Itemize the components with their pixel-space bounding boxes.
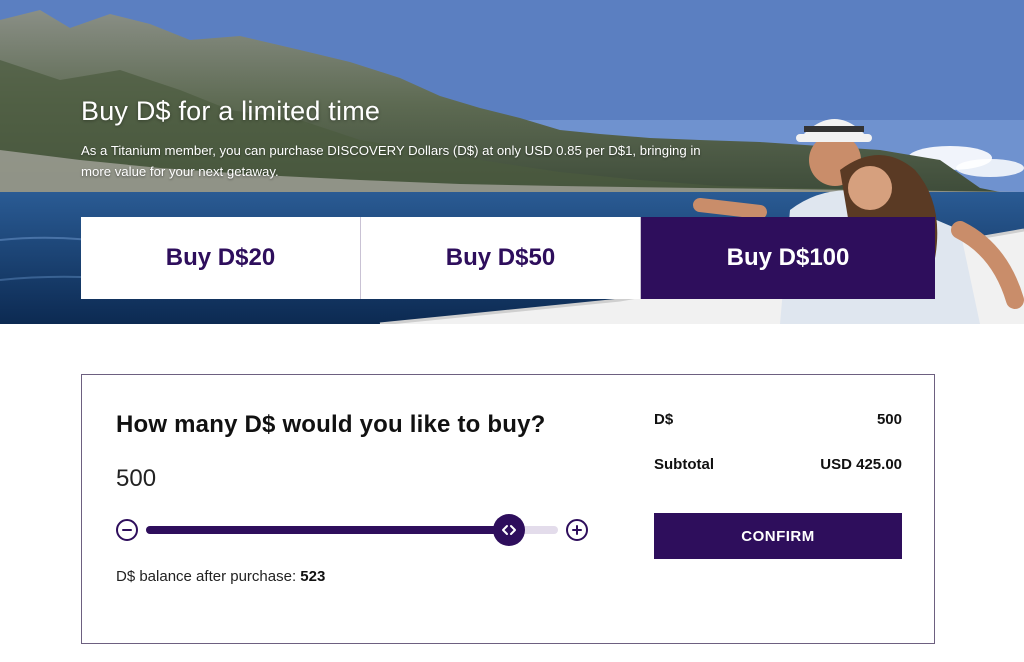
plus-icon	[572, 525, 582, 535]
increase-button[interactable]	[566, 519, 588, 541]
summary-subtotal-label: Subtotal	[654, 456, 714, 473]
amount-slider	[116, 514, 588, 546]
buy-options: Buy D$20 Buy D$50 Buy D$100	[81, 217, 935, 299]
buy-ds100-button[interactable]: Buy D$100	[641, 217, 935, 299]
hero-description: As a Titanium member, you can purchase D…	[81, 143, 701, 179]
summary-ds-value: 500	[876, 411, 902, 428]
purchase-amount: 500	[116, 465, 157, 492]
summary-subtotal-value: USD 425.00	[820, 456, 902, 473]
confirm-button[interactable]: CONFIRM	[654, 513, 902, 559]
balance-label: D$ balance after purchase:	[116, 568, 297, 585]
purchase-card: How many D$ would you like to buy? 500 D…	[81, 374, 935, 644]
summary-subtotal-row: Subtotal USD 425.00	[654, 456, 902, 476]
purchase-question: How many D$ would you like to buy?	[116, 411, 546, 438]
decrease-button[interactable]	[116, 519, 138, 541]
hero-banner: Buy D$ for a limited time As a Titanium …	[0, 0, 1024, 324]
summary-ds-label: D$	[654, 411, 674, 428]
order-summary: D$ 500 Subtotal USD 425.00	[654, 411, 902, 476]
summary-ds-row: D$ 500	[654, 411, 902, 431]
slider-fill	[146, 526, 509, 534]
chevrons-left-right-icon	[501, 525, 516, 535]
slider-track[interactable]	[146, 514, 558, 546]
hero-title: Buy D$ for a limited time	[81, 96, 381, 126]
slider-thumb[interactable]	[492, 514, 525, 546]
balance-after-purchase: D$ balance after purchase: 523	[116, 568, 325, 585]
buy-ds50-button[interactable]: Buy D$50	[361, 217, 641, 299]
buy-ds20-button[interactable]: Buy D$20	[81, 217, 361, 299]
minus-icon	[122, 529, 132, 531]
balance-value: 523	[300, 568, 326, 585]
